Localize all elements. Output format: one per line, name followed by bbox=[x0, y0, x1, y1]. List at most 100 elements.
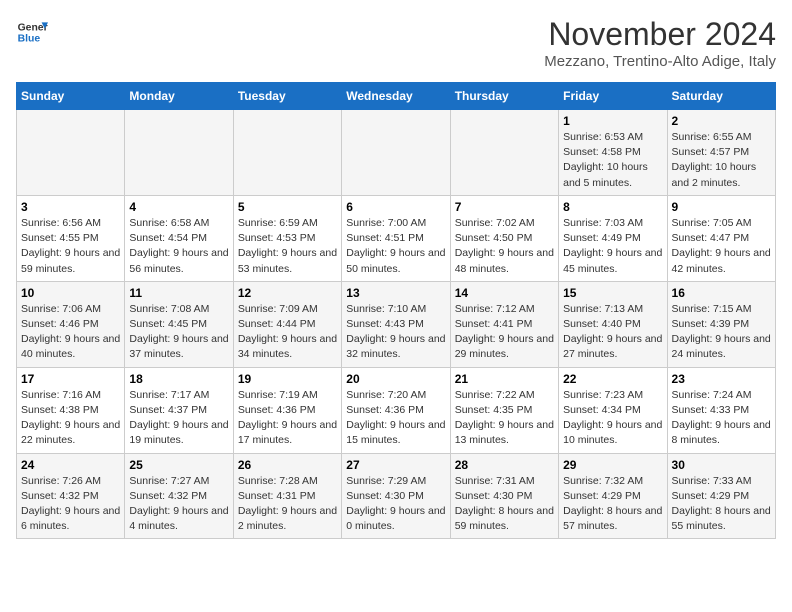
day-info: Sunrise: 7:05 AM Sunset: 4:47 PM Dayligh… bbox=[672, 216, 771, 277]
col-header-friday: Friday bbox=[559, 83, 667, 110]
calendar-cell: 23 Sunrise: 7:24 AM Sunset: 4:33 PM Dayli… bbox=[667, 367, 775, 453]
calendar-cell: 12 Sunrise: 7:09 AM Sunset: 4:44 PM Dayli… bbox=[233, 281, 341, 367]
col-header-tuesday: Tuesday bbox=[233, 83, 341, 110]
day-info: Sunrise: 7:10 AM Sunset: 4:43 PM Dayligh… bbox=[346, 302, 445, 363]
day-number: 2 bbox=[672, 114, 771, 128]
calendar-cell: 24Sunrise: 7:26 AM Sunset: 4:32 PM Dayli… bbox=[17, 453, 125, 539]
day-info: Sunrise: 7:32 AM Sunset: 4:29 PM Dayligh… bbox=[563, 474, 662, 535]
day-number: 3 bbox=[21, 200, 120, 214]
calendar-cell: 17 Sunrise: 7:16 AM Sunset: 4:38 PM Dayli… bbox=[17, 367, 125, 453]
day-info: Sunrise: 7:24 AM Sunset: 4:33 PM Dayligh… bbox=[672, 388, 771, 449]
logo: General Blue bbox=[16, 16, 48, 48]
calendar-cell: 11 Sunrise: 7:08 AM Sunset: 4:45 PM Dayli… bbox=[125, 281, 233, 367]
calendar-cell bbox=[233, 110, 341, 196]
calendar-cell: 19 Sunrise: 7:19 AM Sunset: 4:36 PM Dayli… bbox=[233, 367, 341, 453]
day-info: Sunrise: 6:59 AM Sunset: 4:53 PM Dayligh… bbox=[238, 216, 337, 277]
week-row-2: 10Sunrise: 7:06 AM Sunset: 4:46 PM Dayli… bbox=[17, 281, 776, 367]
day-info: Sunrise: 7:08 AM Sunset: 4:45 PM Dayligh… bbox=[129, 302, 228, 363]
day-number: 15 bbox=[563, 286, 662, 300]
day-info: Sunrise: 7:09 AM Sunset: 4:44 PM Dayligh… bbox=[238, 302, 337, 363]
day-number: 16 bbox=[672, 286, 771, 300]
day-number: 11 bbox=[129, 286, 228, 300]
calendar-cell: 14 Sunrise: 7:12 AM Sunset: 4:41 PM Dayli… bbox=[450, 281, 558, 367]
calendar-cell: 3Sunrise: 6:56 AM Sunset: 4:55 PM Daylig… bbox=[17, 195, 125, 281]
day-number: 17 bbox=[21, 372, 120, 386]
day-number: 24 bbox=[21, 458, 120, 472]
calendar-cell: 27 Sunrise: 7:29 AM Sunset: 4:30 PM Dayli… bbox=[342, 453, 450, 539]
calendar-cell: 2 Sunrise: 6:55 AM Sunset: 4:57 PM Daylig… bbox=[667, 110, 775, 196]
day-number: 13 bbox=[346, 286, 445, 300]
day-number: 4 bbox=[129, 200, 228, 214]
day-info: Sunrise: 6:53 AM Sunset: 4:58 PM Dayligh… bbox=[563, 130, 662, 191]
day-number: 29 bbox=[563, 458, 662, 472]
calendar-table: SundayMondayTuesdayWednesdayThursdayFrid… bbox=[16, 82, 776, 539]
day-info: Sunrise: 7:16 AM Sunset: 4:38 PM Dayligh… bbox=[21, 388, 120, 449]
calendar-cell bbox=[17, 110, 125, 196]
calendar-cell: 30 Sunrise: 7:33 AM Sunset: 4:29 PM Dayli… bbox=[667, 453, 775, 539]
day-number: 12 bbox=[238, 286, 337, 300]
week-row-3: 17 Sunrise: 7:16 AM Sunset: 4:38 PM Dayli… bbox=[17, 367, 776, 453]
day-info: Sunrise: 7:33 AM Sunset: 4:29 PM Dayligh… bbox=[672, 474, 771, 535]
day-info: Sunrise: 6:58 AM Sunset: 4:54 PM Dayligh… bbox=[129, 216, 228, 277]
calendar-cell bbox=[342, 110, 450, 196]
day-info: Sunrise: 7:19 AM Sunset: 4:36 PM Dayligh… bbox=[238, 388, 337, 449]
day-info: Sunrise: 7:28 AM Sunset: 4:31 PM Dayligh… bbox=[238, 474, 337, 535]
day-number: 28 bbox=[455, 458, 554, 472]
calendar-cell: 1 Sunrise: 6:53 AM Sunset: 4:58 PM Daylig… bbox=[559, 110, 667, 196]
day-number: 23 bbox=[672, 372, 771, 386]
title-area: November 2024 Mezzano, Trentino-Alto Adi… bbox=[544, 16, 776, 70]
col-header-sunday: Sunday bbox=[17, 83, 125, 110]
day-number: 9 bbox=[672, 200, 771, 214]
day-number: 18 bbox=[129, 372, 228, 386]
svg-text:Blue: Blue bbox=[18, 34, 41, 45]
week-row-1: 3Sunrise: 6:56 AM Sunset: 4:55 PM Daylig… bbox=[17, 195, 776, 281]
day-info: Sunrise: 7:17 AM Sunset: 4:37 PM Dayligh… bbox=[129, 388, 228, 449]
day-info: Sunrise: 7:03 AM Sunset: 4:49 PM Dayligh… bbox=[563, 216, 662, 277]
day-number: 25 bbox=[129, 458, 228, 472]
day-info: Sunrise: 7:12 AM Sunset: 4:41 PM Dayligh… bbox=[455, 302, 554, 363]
col-header-monday: Monday bbox=[125, 83, 233, 110]
calendar-cell: 7Sunrise: 7:02 AM Sunset: 4:50 PM Daylig… bbox=[450, 195, 558, 281]
day-number: 8 bbox=[563, 200, 662, 214]
calendar-cell: 9 Sunrise: 7:05 AM Sunset: 4:47 PM Daylig… bbox=[667, 195, 775, 281]
day-number: 19 bbox=[238, 372, 337, 386]
subtitle: Mezzano, Trentino-Alto Adige, Italy bbox=[544, 53, 776, 70]
day-info: Sunrise: 7:29 AM Sunset: 4:30 PM Dayligh… bbox=[346, 474, 445, 535]
col-header-saturday: Saturday bbox=[667, 83, 775, 110]
calendar-cell: 6Sunrise: 7:00 AM Sunset: 4:51 PM Daylig… bbox=[342, 195, 450, 281]
day-number: 26 bbox=[238, 458, 337, 472]
calendar-cell bbox=[125, 110, 233, 196]
day-number: 7 bbox=[455, 200, 554, 214]
col-header-wednesday: Wednesday bbox=[342, 83, 450, 110]
day-number: 27 bbox=[346, 458, 445, 472]
day-number: 21 bbox=[455, 372, 554, 386]
day-number: 1 bbox=[563, 114, 662, 128]
calendar-cell: 29 Sunrise: 7:32 AM Sunset: 4:29 PM Dayli… bbox=[559, 453, 667, 539]
day-info: Sunrise: 7:13 AM Sunset: 4:40 PM Dayligh… bbox=[563, 302, 662, 363]
day-number: 14 bbox=[455, 286, 554, 300]
week-row-4: 24Sunrise: 7:26 AM Sunset: 4:32 PM Dayli… bbox=[17, 453, 776, 539]
calendar-cell: 26 Sunrise: 7:28 AM Sunset: 4:31 PM Dayli… bbox=[233, 453, 341, 539]
calendar-cell: 25 Sunrise: 7:27 AM Sunset: 4:32 PM Dayli… bbox=[125, 453, 233, 539]
day-info: Sunrise: 7:22 AM Sunset: 4:35 PM Dayligh… bbox=[455, 388, 554, 449]
day-number: 30 bbox=[672, 458, 771, 472]
calendar-cell: 13 Sunrise: 7:10 AM Sunset: 4:43 PM Dayli… bbox=[342, 281, 450, 367]
calendar-cell: 5 Sunrise: 6:59 AM Sunset: 4:53 PM Daylig… bbox=[233, 195, 341, 281]
header-row: SundayMondayTuesdayWednesdayThursdayFrid… bbox=[17, 83, 776, 110]
calendar-cell: 28Sunrise: 7:31 AM Sunset: 4:30 PM Dayli… bbox=[450, 453, 558, 539]
day-info: Sunrise: 7:27 AM Sunset: 4:32 PM Dayligh… bbox=[129, 474, 228, 535]
day-number: 5 bbox=[238, 200, 337, 214]
day-info: Sunrise: 7:20 AM Sunset: 4:36 PM Dayligh… bbox=[346, 388, 445, 449]
calendar-cell: 20 Sunrise: 7:20 AM Sunset: 4:36 PM Dayli… bbox=[342, 367, 450, 453]
day-number: 20 bbox=[346, 372, 445, 386]
calendar-cell: 8 Sunrise: 7:03 AM Sunset: 4:49 PM Daylig… bbox=[559, 195, 667, 281]
col-header-thursday: Thursday bbox=[450, 83, 558, 110]
day-info: Sunrise: 7:00 AM Sunset: 4:51 PM Dayligh… bbox=[346, 216, 445, 277]
calendar-cell: 18 Sunrise: 7:17 AM Sunset: 4:37 PM Dayli… bbox=[125, 367, 233, 453]
calendar-cell: 21 Sunrise: 7:22 AM Sunset: 4:35 PM Dayli… bbox=[450, 367, 558, 453]
day-info: Sunrise: 6:55 AM Sunset: 4:57 PM Dayligh… bbox=[672, 130, 771, 191]
calendar-cell: 16Sunrise: 7:15 AM Sunset: 4:39 PM Dayli… bbox=[667, 281, 775, 367]
header: General Blue November 2024 Mezzano, Tren… bbox=[16, 16, 776, 70]
logo-icon: General Blue bbox=[16, 16, 48, 48]
day-info: Sunrise: 7:23 AM Sunset: 4:34 PM Dayligh… bbox=[563, 388, 662, 449]
